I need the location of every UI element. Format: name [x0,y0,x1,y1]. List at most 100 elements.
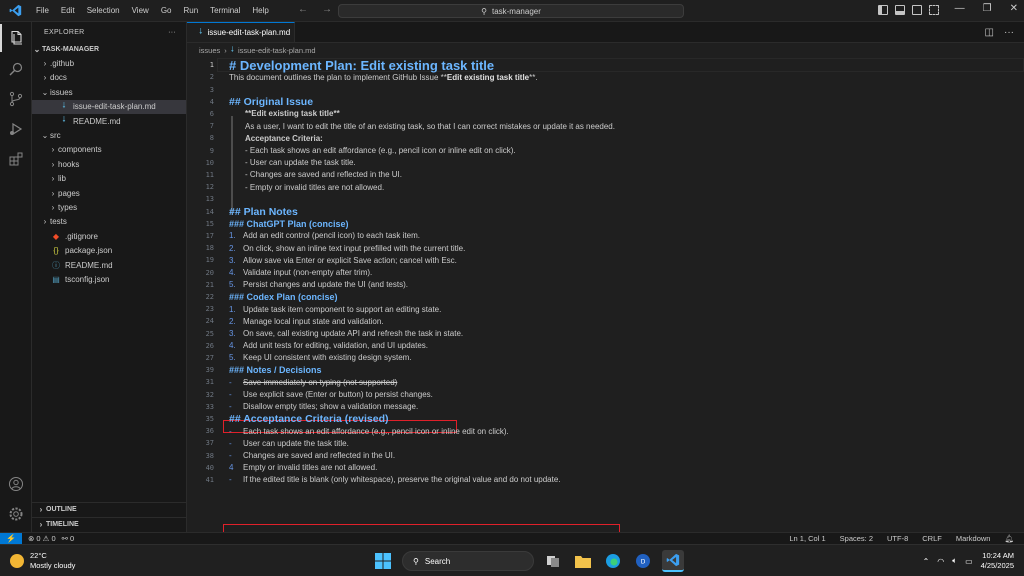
wifi-icon[interactable]: ◠ [937,557,944,566]
volume-icon[interactable]: 🔈︎ [952,556,957,566]
project-folder[interactable]: ⌄ TASK-MANAGER [32,42,186,56]
task-view-icon[interactable] [542,550,564,572]
menu-go[interactable]: Go [155,6,178,15]
editor-tab[interactable]: 🠗 issue-edit-task-plan.md [187,22,295,42]
list-item: Disallow empty titles; show a validation… [243,402,419,412]
code-line: 24 2. Manage local input state and validat… [187,315,1024,327]
menu-edit[interactable]: Edit [55,6,81,15]
tree-folder[interactable]: › lib [32,172,186,186]
split-editor-icon[interactable]: ◫ [985,27,994,38]
file-explorer-icon[interactable] [572,550,594,572]
list-number: 2. [229,243,236,253]
heading: ### ChatGPT Plan (concise) [229,218,349,229]
line-number: 22 [205,292,214,301]
remote-indicator-icon[interactable]: ⚡ [0,532,22,545]
menu-terminal[interactable]: Terminal [204,6,246,15]
list-item: Add unit tests for editing, validation, … [243,341,429,351]
code-line: 18 2. On click, show an inline text input … [187,242,1024,254]
tab-label: issue-edit-task-plan.md [207,28,291,37]
extensions-icon[interactable] [0,145,32,173]
code-line: 40 4 Empty or invalid titles are not allow… [187,462,1024,474]
ports-status[interactable]: ⚯ 0 [62,534,75,543]
vscode-taskbar-icon[interactable] [662,550,684,572]
problems-status[interactable]: ⊗ 0 ⚠ 0 [28,534,56,543]
chevron-right-icon: › [51,174,55,184]
dell-app-icon[interactable]: D [632,550,654,572]
edge-browser-icon[interactable] [602,550,624,572]
code-editor[interactable]: 1 # Development Plan: Edit existing task … [187,58,1024,537]
explorer-icon[interactable] [0,24,32,52]
breadcrumb-separator-icon: › [224,45,227,55]
menu-help[interactable]: Help [246,6,274,15]
search-view-icon[interactable] [0,55,32,83]
accounts-icon[interactable] [0,470,32,498]
back-arrow-icon[interactable]: ← [298,4,308,15]
paragraph: This document outlines the plan to imple… [229,73,538,82]
tree-folder[interactable]: › tests [32,215,186,229]
clock[interactable]: 10:24 AM 4/25/2025 [981,551,1014,571]
list-item: Save immediately on typing (not supporte… [243,377,398,387]
tree-folder[interactable]: ⌄ issues [32,85,186,99]
chevron-down-icon: ⌄ [33,44,41,54]
tree-item-label: README.md [73,116,121,126]
tree-folder[interactable]: › pages [32,186,186,200]
tree-file[interactable]: 🠗 README.md [32,114,186,128]
end-of-line[interactable]: CRLF [922,534,942,543]
line-number: 18 [205,244,214,253]
menu-selection[interactable]: Selection [81,6,126,15]
tree-file[interactable]: 🠗 issue-edit-task-plan.md [32,99,186,114]
blockquote-line: - Changes are saved and reflected in the… [245,170,402,180]
tray-chevron-icon[interactable]: ⌃ [923,557,930,566]
menu-file[interactable]: File [30,6,55,15]
taskbar-search[interactable]: ⚲ Search [402,551,534,571]
tree-item-label: tests [50,217,67,227]
notifications-bell-icon[interactable]: 🔔︎ [1004,534,1014,543]
line-number: 33 [205,402,214,411]
tree-folder[interactable]: ⌄ src [32,128,186,142]
tree-folder[interactable]: › .github [32,56,186,70]
tree-folder[interactable]: › hooks [32,157,186,171]
tree-file[interactable]: ◆ .gitignore [32,229,186,243]
breadcrumb-file[interactable]: issue-edit-task-plan.md [238,46,316,55]
toggle-secondary-sidebar-icon[interactable] [912,5,922,15]
tree-folder[interactable]: › types [32,200,186,214]
editor-more-icon[interactable]: ··· [1004,27,1014,38]
start-button-icon[interactable] [372,550,394,572]
indentation[interactable]: Spaces: 2 [840,534,873,543]
tree-folder[interactable]: › components [32,143,186,157]
menu-run[interactable]: Run [177,6,204,15]
toggle-panel-icon[interactable] [895,5,905,15]
code-line: 17 1. Add an edit control (pencil icon) to… [187,230,1024,242]
source-control-icon[interactable] [0,85,32,113]
weather-widget[interactable]: 22°C Mostly cloudy [10,551,75,571]
minimize-icon[interactable]: — [955,3,965,14]
restore-icon[interactable]: ❐ [983,3,992,14]
tree-folder[interactable]: › docs [32,71,186,85]
encoding[interactable]: UTF-8 [887,534,908,543]
customize-layout-icon[interactable] [929,5,939,15]
cursor-position[interactable]: Ln 1, Col 1 [789,534,825,543]
chevron-right-icon: › [51,159,55,169]
menu-view[interactable]: View [126,6,155,15]
chevron-right-icon: › [43,59,47,69]
chevron-right-icon: › [51,145,55,155]
md-file-icon: 🠗 [62,115,66,125]
toggle-primary-sidebar-icon[interactable] [878,5,888,15]
tree-item-label: pages [58,188,80,198]
close-icon[interactable]: ✕ [1010,3,1018,14]
more-actions-icon[interactable]: ··· [168,29,176,36]
tree-file[interactable]: ▤ tsconfig.json [32,272,186,286]
breadcrumb-folder[interactable]: issues [199,46,220,55]
timeline-section[interactable]: › TIMELINE [32,517,187,531]
outline-section[interactable]: › OUTLINE [32,502,187,516]
tree-file[interactable]: ⓘ README.md [32,258,186,272]
run-debug-icon[interactable] [0,115,32,143]
battery-icon[interactable]: ▭ [965,557,973,566]
language-mode[interactable]: Markdown [956,534,991,543]
tree-file[interactable]: {} package.json [32,243,186,257]
explorer-sidebar: EXPLORER ··· ⌄ TASK-MANAGER › .github › doc… [32,22,187,532]
command-center-search[interactable]: ⚲ task-manager [338,4,684,18]
manage-gear-icon[interactable] [0,500,32,528]
forward-arrow-icon[interactable]: → [322,4,332,15]
code-line: 26 4. Add unit tests for editing, validati… [187,340,1024,352]
